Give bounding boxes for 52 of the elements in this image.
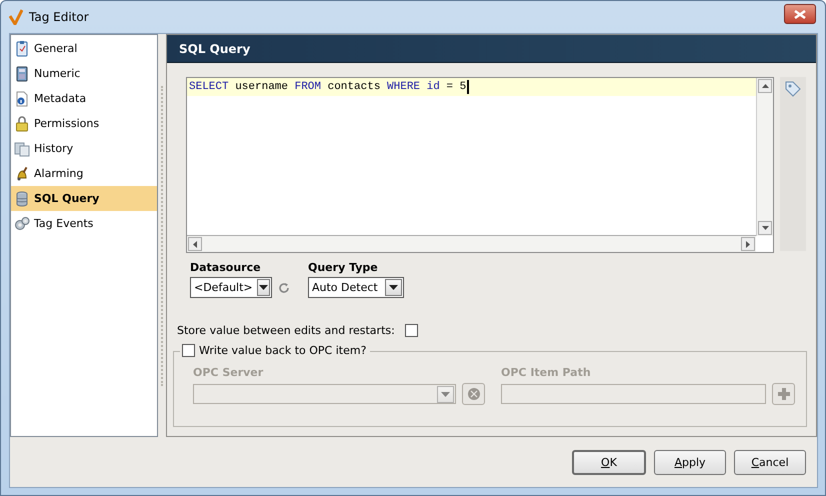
store-value-checkbox[interactable] — [404, 324, 418, 337]
scroll-up-button[interactable] — [758, 79, 772, 93]
dialog-button[interactable]: OK — [572, 450, 646, 474]
write-back-label: Write value back to OPC item? — [199, 344, 366, 357]
app-logo-icon — [9, 9, 23, 25]
gears-icon — [14, 216, 30, 232]
add-button[interactable] — [772, 383, 795, 405]
scroll-left-button[interactable] — [188, 237, 202, 251]
info-document-icon — [14, 90, 30, 106]
sidebar-item[interactable]: Numeric — [11, 61, 157, 86]
padlock-icon — [14, 116, 30, 132]
datasource-label: Datasource — [190, 261, 262, 274]
query-type-dropdown[interactable]: Auto Detect — [308, 277, 404, 298]
calculator-icon — [14, 66, 30, 82]
sidebar-item[interactable]: General — [11, 36, 157, 61]
vertical-scrollbar[interactable] — [756, 78, 773, 236]
dialog-button[interactable]: Cancel — [734, 450, 806, 474]
scroll-down-button[interactable] — [758, 221, 772, 235]
scroll-right-button[interactable] — [741, 237, 755, 251]
close-icon — [794, 10, 806, 18]
server-icon — [466, 387, 480, 401]
refresh-icon[interactable] — [278, 282, 290, 294]
opc-item-path-field[interactable] — [501, 384, 766, 404]
database-icon — [14, 190, 30, 206]
query-editor[interactable]: SELECT username FROM contacts WHERE id = 5 — [186, 77, 774, 253]
sidebar-item[interactable]: SQL Query — [11, 186, 157, 211]
sidebar-item[interactable]: History — [11, 136, 157, 161]
sidebar-item[interactable]: Alarming — [11, 161, 157, 186]
write-back-checkbox[interactable] — [182, 344, 195, 357]
right-arrow-icon — [746, 240, 750, 248]
opc-item-path-label: OPC Item Path — [501, 366, 592, 379]
datasource-dropdown[interactable]: <Default> — [190, 277, 272, 298]
opc-server-label: OPC Server — [193, 366, 264, 379]
close-button[interactable] — [784, 4, 816, 24]
store-value-label: Store value between edits and restarts: — [177, 324, 395, 337]
query-type-label: Query Type — [308, 261, 379, 274]
left-arrow-icon — [193, 240, 197, 248]
opc-server-dropdown[interactable] — [193, 384, 456, 404]
horizontal-scrollbar[interactable] — [187, 235, 756, 252]
tag-icon[interactable] — [785, 81, 801, 97]
sidebar-item[interactable]: Metadata — [11, 86, 157, 111]
documents-icon — [14, 140, 30, 156]
browse-server-button[interactable] — [462, 383, 485, 405]
dialog-button[interactable]: Apply — [654, 450, 726, 474]
up-arrow-icon — [762, 84, 768, 88]
plus-icon — [776, 387, 790, 401]
window-title: Tag Editor — [29, 10, 89, 24]
down-arrow-icon — [762, 226, 768, 230]
panel-header: SQL Query — [167, 35, 816, 63]
sidebar-item[interactable]: Permissions — [11, 111, 157, 136]
clipboard-icon — [14, 40, 30, 56]
sidebar-item[interactable]: Tag Events — [11, 211, 157, 236]
